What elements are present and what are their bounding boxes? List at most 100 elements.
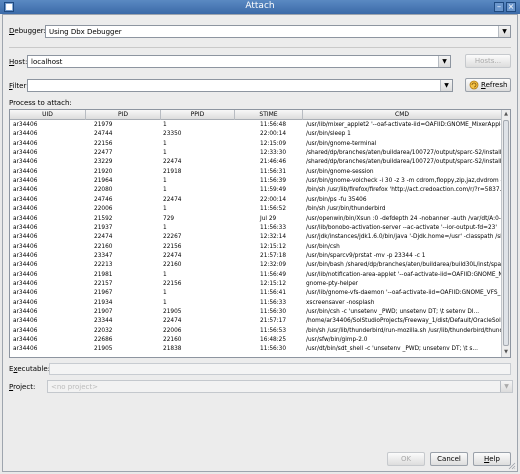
close-button[interactable]: × [506,2,516,12]
table-row[interactable]: ar34406 21920 21918 11:56:31/usr/bin/gnome-… [10,168,502,177]
table-row[interactable]: ar34406 21981 1 11:56:49/usr/lib/notificati… [10,271,502,280]
cell-uid: ar34406 [13,168,38,175]
cell-ppid: 23350 [163,131,182,138]
cell-stime: 11:56:41 [260,290,287,297]
cell-cmd: /usr/bin/ps -fu 35406 [306,196,367,203]
table-row[interactable]: ar34406 22213 22160 12:32:09/usr/bin/bash /… [10,261,502,270]
ok-button[interactable]: OK [387,452,425,466]
table-row[interactable]: ar34406 23344 22474 21:57:17/home/ar34406/S… [10,317,502,326]
debugger-select[interactable]: Using Dbx Debugger ▼ [45,25,511,38]
table-row[interactable]: ar34406 21592 729 Jul 29/usr/openwin/bin/Xs… [10,215,502,224]
cell-cmd: /shared/dp/branches/aten/buildarea/10072… [306,150,502,157]
cancel-button[interactable]: Cancel [430,452,468,466]
cell-stime: 21:57:17 [260,318,287,325]
table-row[interactable]: ar34406 23229 22474 21:46:46/shared/dp/bran… [10,158,502,167]
table-row[interactable]: ar34406 22474 22267 12:32:14/usr/jdk/instan… [10,233,502,242]
cell-uid: ar34406 [13,224,38,231]
chevron-down-icon[interactable]: ▼ [500,381,512,392]
table-row[interactable]: ar34406 21937 1 11:56:33/usr/lib/bonobo-act… [10,224,502,233]
cell-uid: ar34406 [13,215,38,222]
table-row[interactable]: ar34406 22686 22160 16:48:25/usr/sfw/bin/gi… [10,336,502,345]
table-row[interactable]: ar34406 22156 1 12:15:09/usr/bin/gnome-term… [10,140,502,149]
cell-pid: 21967 [94,290,113,297]
table-row[interactable]: ar34406 22032 22006 11:56:53/bin/sh /usr/li… [10,327,502,336]
table-row[interactable]: ar34406 21905 21838 11:56:30/usr/dt/bin/sdt… [10,345,502,354]
cell-stime: 12:32:09 [260,262,287,269]
table-row[interactable]: ar34406 22006 1 11:56:52/bin/sh /usr/bin/th… [10,205,502,214]
scroll-down-icon[interactable]: ▼ [502,348,510,357]
cell-stime: 11:56:53 [260,327,287,334]
cell-uid: ar34406 [13,140,38,147]
help-button[interactable]: Help [473,452,511,466]
cell-ppid: 22156 [163,243,182,250]
cell-stime: 12:15:12 [260,280,287,287]
column-header-ppid[interactable]: PPID [161,110,235,120]
table-scrollbar[interactable]: ▲ ▼ [501,110,510,357]
executable-field[interactable] [49,363,511,375]
cell-cmd: /home/ar34406/SolStudioProjects/Freeway_… [306,318,502,325]
column-header-cmd[interactable]: CMD [303,110,502,120]
cell-ppid: 729 [163,215,175,222]
cell-cmd: /usr/lib/gnome-vfs-daemon '--oaf-activat… [306,290,502,297]
cell-stime: 11:56:31 [260,168,287,175]
table-row[interactable]: ar34406 22080 1 11:59:49/bin/sh /usr/lib/fi… [10,186,502,195]
cell-ppid: 22474 [163,252,182,259]
cell-ppid: 1 [163,271,167,278]
cell-cmd: /usr/lib/mixer_applet2 '--oaf-activate-i… [306,122,502,128]
chevron-down-icon[interactable]: ▼ [498,26,510,37]
table-row[interactable]: ar34406 21934 1 11:56:33 xscreensaver -nospl… [10,299,502,308]
process-section-label: Process to attach: [9,99,72,107]
project-value: <no project> [51,383,98,391]
cell-ppid: 1 [163,206,167,213]
cell-cmd: /usr/bin/csh [306,243,340,250]
table-row[interactable]: ar34406 24744 23350 22:00:14/usr/bin/sleep … [10,130,502,139]
process-table[interactable]: UID PID PPID STIME CMD ar34406 21979 1 11:5… [9,109,511,358]
cell-cmd: /usr/bin/sparcv9/prstat -mv -p 23344 -c … [306,252,426,259]
table-row[interactable]: ar34406 22160 22156 12:15:12/usr/bin/csh [10,243,502,252]
table-row[interactable]: ar34406 24746 22474 22:00:14/usr/bin/ps -fu… [10,196,502,205]
cell-uid: ar34406 [13,299,38,306]
column-header-stime[interactable]: STIME [235,110,303,120]
resize-grip-icon[interactable] [508,462,516,470]
cell-stime: 22:00:14 [260,131,287,138]
cell-stime: 11:56:33 [260,299,287,306]
host-select[interactable]: localhost ▼ [27,55,451,68]
cell-uid: ar34406 [13,206,38,213]
cell-cmd: /usr/sfw/bin/gimp-2.0 [306,337,368,344]
cell-stime: 22:00:14 [260,196,287,203]
column-header-uid[interactable]: UID [10,110,86,120]
project-select[interactable]: <no project> ▼ [47,380,513,393]
column-header-pid[interactable]: PID [86,110,161,120]
window-title: Attach [245,1,275,11]
table-row[interactable]: ar34406 21967 1 11:56:41/usr/lib/gnome-vfs-… [10,289,502,298]
cell-pid: 22160 [94,243,113,250]
window-menu-button[interactable]: ■ [4,2,14,12]
hosts-button[interactable]: Hosts... [465,54,511,68]
cell-ppid: 22006 [163,327,182,334]
table-row[interactable]: ar34406 23347 22474 21:57:18/usr/bin/sparcv… [10,252,502,261]
cell-cmd: /usr/bin/gnome-volcheck -i 30 -z 3 -m cd… [306,178,502,185]
table-row[interactable]: ar34406 21979 1 11:56:48/usr/lib/mixer_appl… [10,121,502,130]
table-row[interactable]: ar34406 22477 1 12:33:30/shared/dp/branches… [10,149,502,158]
minimize-button[interactable]: – [494,2,504,12]
cell-uid: ar34406 [13,327,38,334]
cell-uid: ar34406 [13,196,38,203]
chevron-down-icon[interactable]: ▼ [438,56,450,67]
scroll-up-icon[interactable]: ▲ [502,110,510,119]
cell-stime: 21:57:18 [260,252,287,259]
filter-input[interactable]: ▼ [27,79,453,92]
cell-cmd: /usr/bin/gnome-terminal [306,140,377,147]
chevron-down-icon[interactable]: ▼ [440,80,452,91]
refresh-button[interactable]: Refresh [465,78,511,92]
cell-cmd: gnome-pty-helper [306,280,359,287]
cell-pid: 21979 [94,122,113,128]
cell-cmd: xscreensaver -nosplash [306,299,375,306]
table-row[interactable]: ar34406 21907 21905 11:56:30/usr/bin/csh -c… [10,308,502,317]
cell-pid: 21964 [94,178,113,185]
cell-pid: 22474 [94,234,113,241]
table-row[interactable]: ar34406 21964 1 11:56:39/usr/bin/gnome-volc… [10,177,502,186]
table-row[interactable]: ar34406 22157 22156 12:15:12 gnome-pty-helpe… [10,280,502,289]
scroll-thumb[interactable] [503,120,509,346]
cell-stime: 11:56:49 [260,271,287,278]
host-label: Host: [9,58,28,66]
